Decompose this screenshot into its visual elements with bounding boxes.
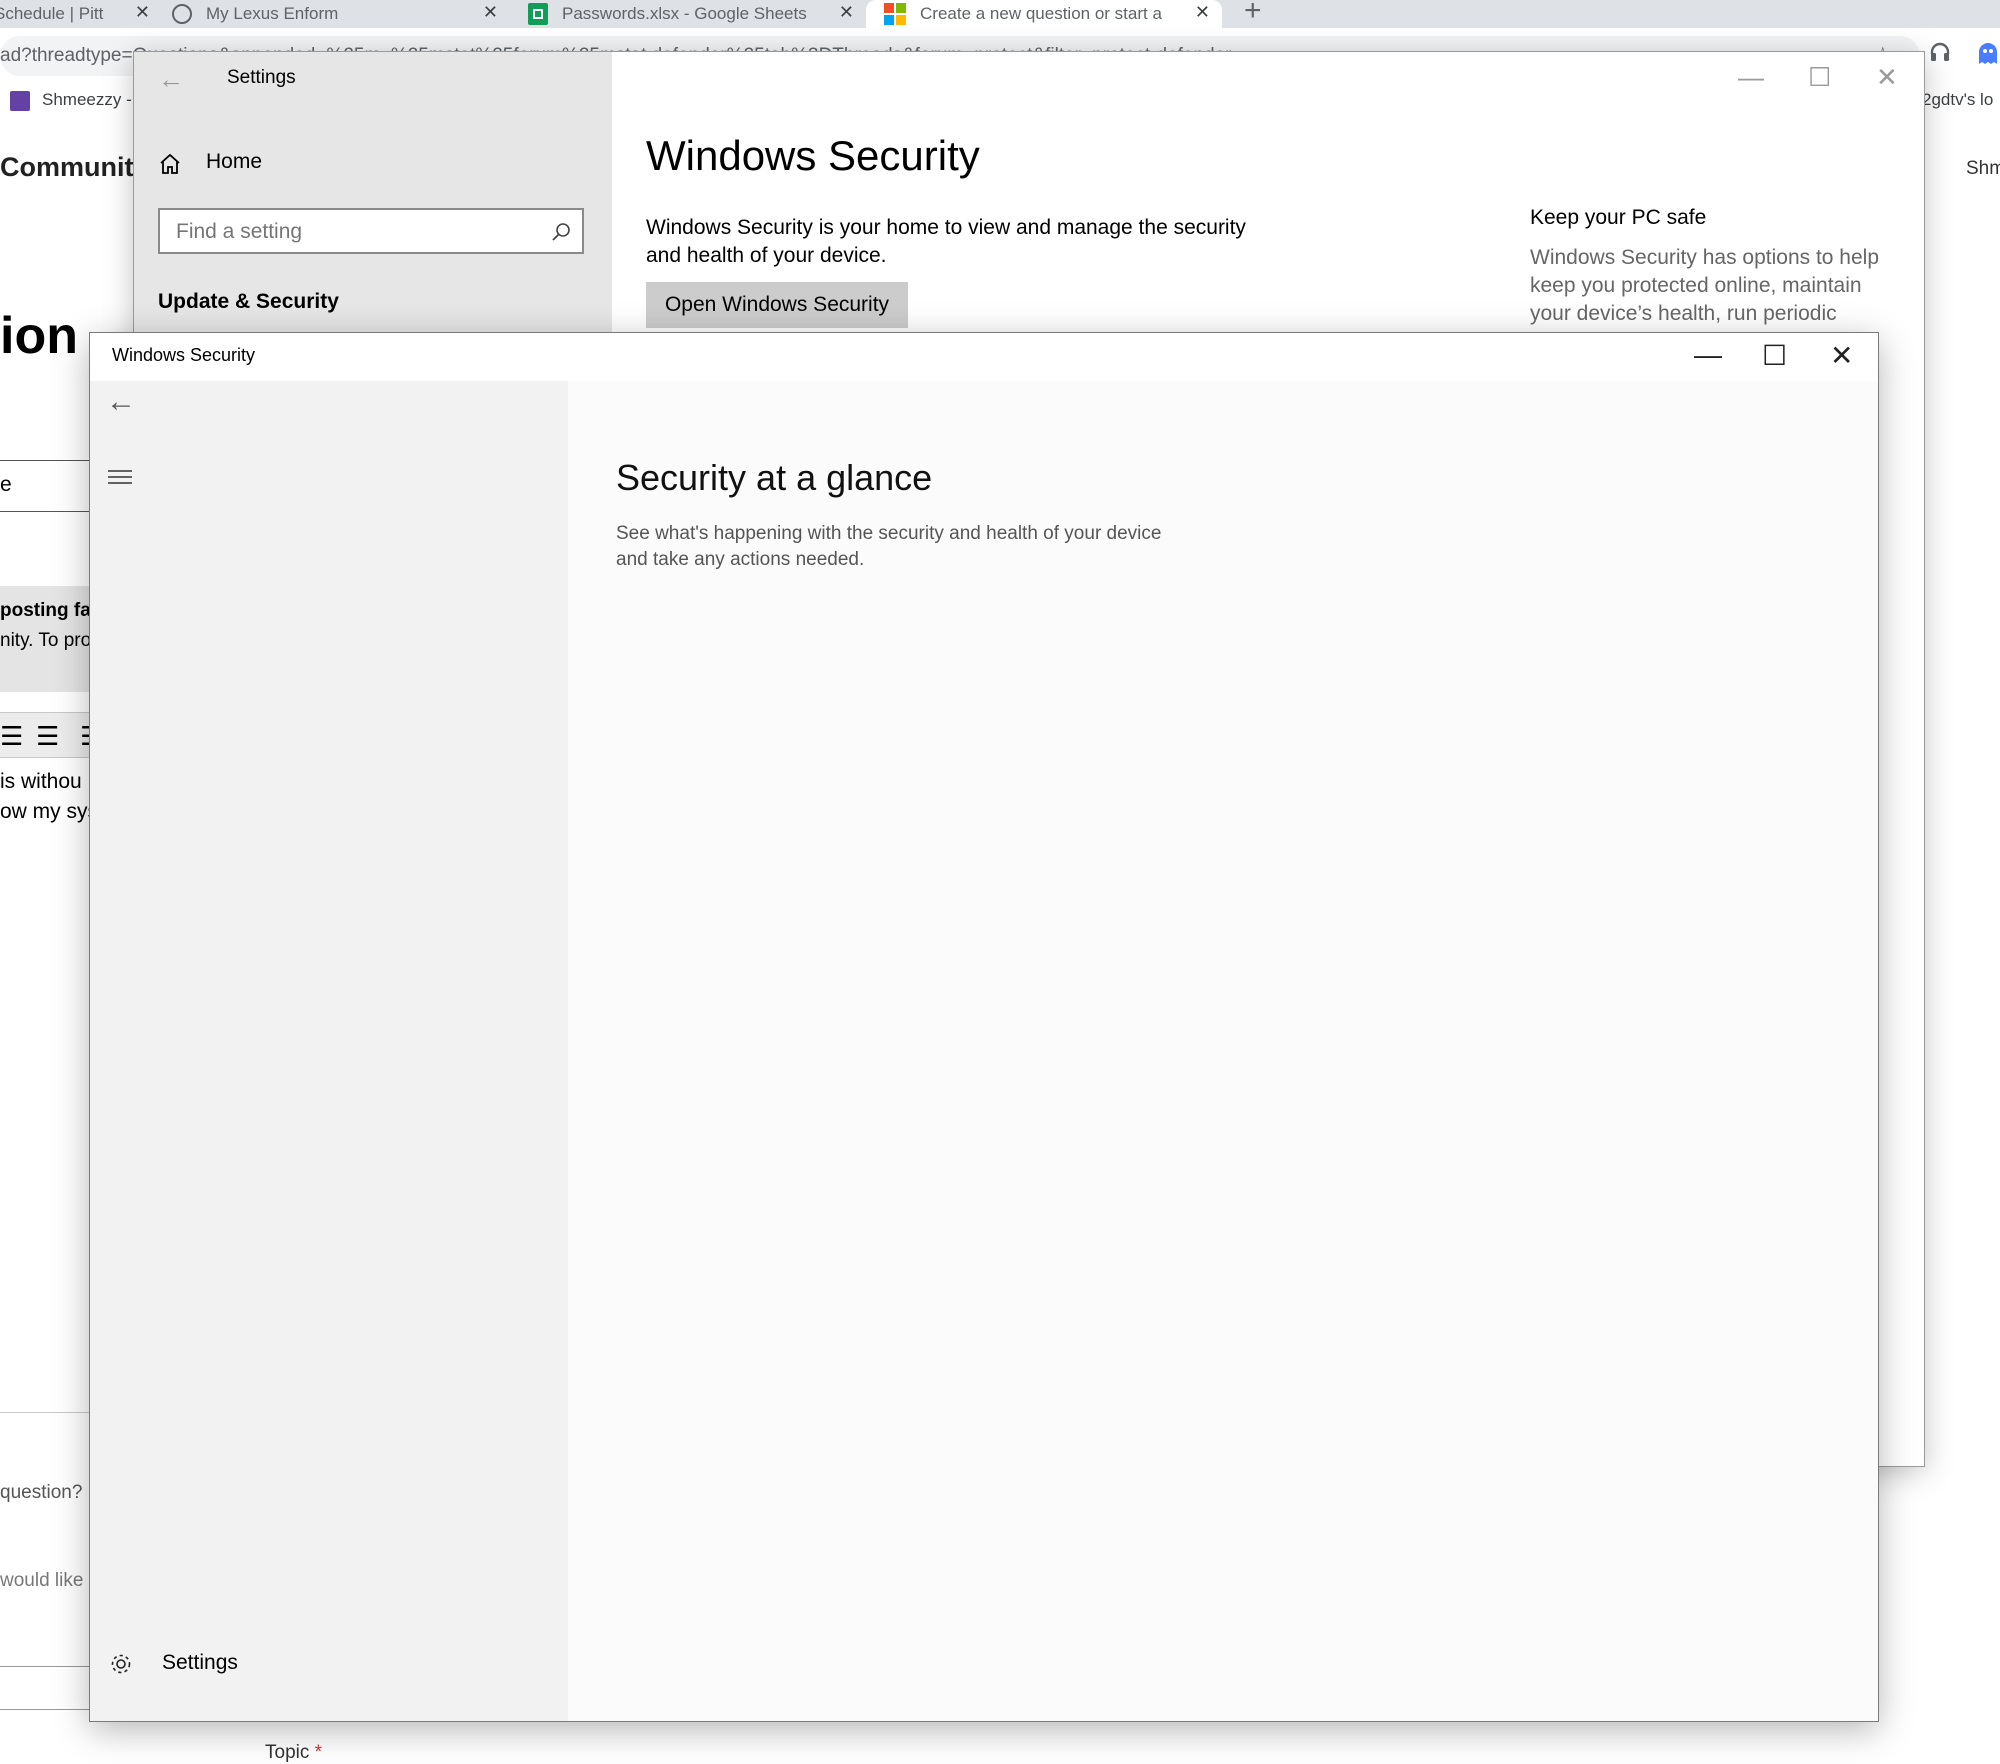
minimize-button[interactable]: — [1738,62,1764,93]
required-marker: * [314,1742,323,1763]
divider [0,1412,92,1413]
close-button[interactable]: ✕ [1876,62,1898,93]
body-text-line-2: ow my sys [0,800,99,823]
search-box[interactable] [158,208,584,254]
align-center-icon[interactable]: ☰ [36,721,59,752]
tab-close-icon[interactable]: ✕ [1195,2,1210,23]
open-windows-security-button[interactable]: Open Windows Security [646,282,908,328]
bookmark-label: Shmeezzy - [42,90,132,109]
tab-close-icon[interactable]: ✕ [135,2,150,23]
hamburger-menu-icon[interactable] [108,469,132,485]
close-button[interactable]: ✕ [1830,339,1853,372]
title-bar: Windows Security — ☐ ✕ [90,333,1878,381]
minimize-button[interactable]: — [1694,339,1722,371]
tab-label: My Lexus Enform [206,4,339,23]
nav-settings-label: Settings [162,1651,238,1674]
user-name-fragment: Shm [1966,158,2000,179]
maximize-button[interactable]: ☐ [1762,339,1787,372]
section-heading: Update & Security [158,290,339,313]
gear-icon [111,1654,131,1674]
tab-close-icon[interactable]: ✕ [483,2,498,23]
would-like-fragment: would like [0,1570,84,1591]
home-icon [160,153,180,174]
site-community-title: Community [0,152,149,182]
nav-home-label: Home [206,150,263,173]
side-text: Windows Security has options to help kee… [1530,246,1880,325]
sheets-favicon-icon [528,3,548,25]
topic-label: Topic * [265,1742,323,1763]
browser-tab-active-question[interactable]: Create a new question or start a ✕ [866,0,1222,28]
body-text-line-1: is withou [0,770,82,793]
bookmark-shmeezzy[interactable]: Shmeezzy - [10,90,132,111]
bookmark-2gdtv[interactable]: 2gdtv's lo [1922,90,1993,110]
windows-security-window: Windows Security — ☐ ✕ ← Settings Securi… [90,333,1878,1721]
title-input-fragment[interactable]: e [0,460,93,512]
align-left-icon[interactable]: ☰ [0,721,23,752]
browser-tab-schedule[interactable]: Schedule | Pitt ✕ [0,0,150,28]
form-input-fragment[interactable] [0,1666,93,1710]
search-input[interactable] [160,210,548,254]
new-tab-button[interactable]: + [1244,0,1262,28]
security-sidebar: ← Settings [90,381,568,1721]
browser-tab-lexus[interactable]: My Lexus Enform ✕ [172,0,498,28]
security-main-pane: Security at a glance See what's happenin… [568,381,1878,1721]
question-label-fragment: question? I [0,1482,93,1503]
back-arrow-icon[interactable]: ← [158,64,184,95]
twitch-icon [10,90,30,111]
page-description: Windows Security is your home to view an… [646,216,1246,267]
tab-close-icon[interactable]: ✕ [839,2,854,23]
tab-label: Schedule | Pitt [0,4,104,23]
search-icon[interactable] [550,221,572,243]
extension-icon[interactable] [1976,40,2000,66]
page-subtitle: See what's happening with the security a… [616,523,1162,570]
headphones-icon[interactable] [1928,40,1952,64]
nav-settings[interactable]: Settings [108,1647,408,1683]
maximize-button[interactable]: ☐ [1808,62,1831,93]
tab-label: Passwords.xlsx - Google Sheets [562,4,807,23]
microsoft-favicon-icon [884,3,906,25]
page-heading-fragment: ion [0,307,78,365]
editor-toolbar-fragment: ☰ ☰ ☰ [0,712,103,758]
back-arrow-icon[interactable]: ← [106,385,136,419]
page-title: Security at a glance [616,457,933,498]
nav-home[interactable]: Home [158,148,578,184]
side-heading: Keep your PC safe [1530,206,1707,229]
bookmark-label: 2gdtv's lo [1922,90,1994,109]
tab-favicon-icon [172,4,192,24]
window-title: Settings [227,67,296,88]
notice-banner-fragment: posting fak nity. To pro [0,586,101,692]
page-title: Windows Security [646,132,980,179]
tab-label: Create a new question or start a [920,4,1162,23]
browser-tab-sheets[interactable]: Passwords.xlsx - Google Sheets ✕ [528,0,854,28]
window-title: Windows Security [112,345,256,365]
